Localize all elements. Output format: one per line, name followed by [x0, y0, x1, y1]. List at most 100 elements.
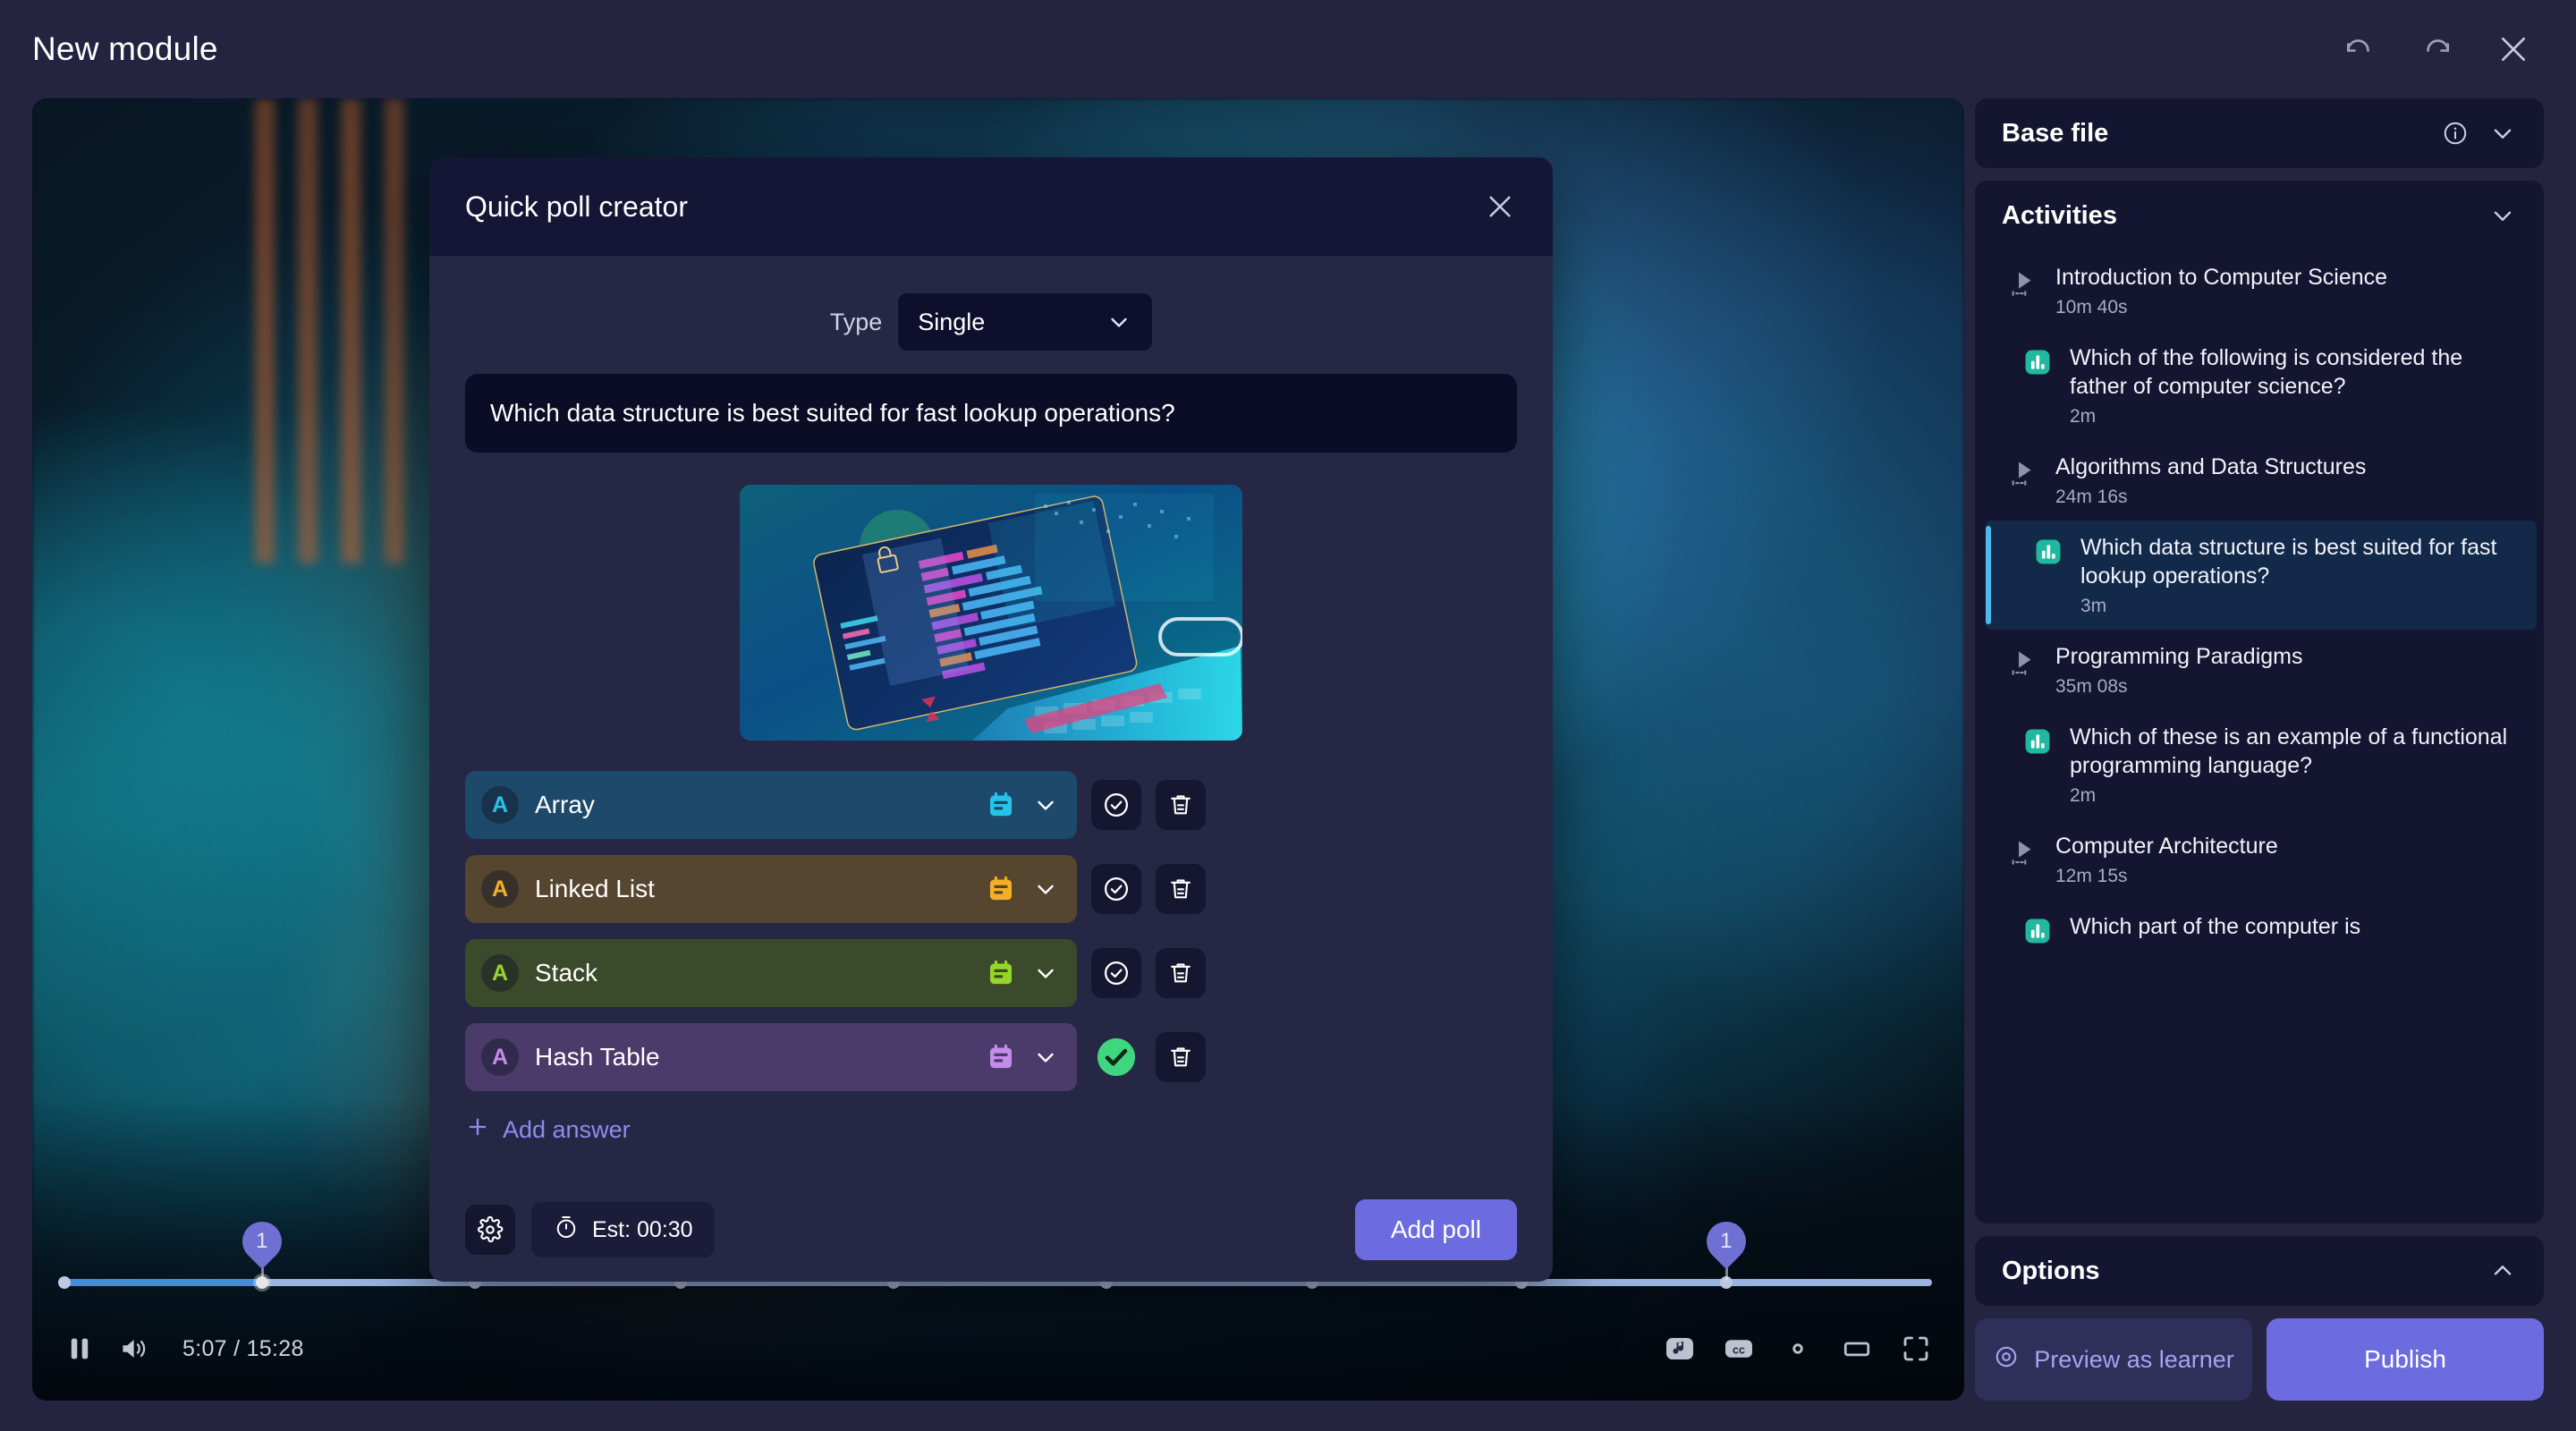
activity-text: Algorithms and Data Structures 24m 16s	[2055, 453, 2366, 508]
answer-note-icon[interactable]	[986, 790, 1016, 820]
chevron-down-icon[interactable]	[2488, 201, 2517, 230]
mark-correct-button-active[interactable]	[1091, 1032, 1141, 1082]
chevron-down-icon[interactable]	[1032, 960, 1059, 986]
answer-row: A Array	[465, 771, 1517, 839]
chevron-down-icon[interactable]	[1032, 1044, 1059, 1071]
activity-text: Introduction to Computer Science 10m 40s	[2055, 263, 2387, 318]
quick-poll-creator-modal: Quick poll creator Type Single Which dat…	[429, 157, 1553, 1282]
chapter-icon	[2005, 832, 2041, 887]
question-text: Which data structure is best suited for …	[490, 399, 1175, 427]
activity-text: Computer Architecture 12m 15s	[2055, 832, 2278, 887]
options-tools	[2488, 1257, 2517, 1285]
mark-correct-button[interactable]	[1091, 948, 1141, 998]
answer-input[interactable]: A Linked List	[465, 855, 1077, 923]
base-file-title: Base file	[2002, 118, 2109, 148]
activity-item-poll[interactable]: Which of these is an example of a functi…	[1975, 710, 2544, 819]
activity-item-chapter[interactable]: Programming Paradigms 35m 08s	[1975, 630, 2544, 710]
activity-text: Programming Paradigms 35m 08s	[2055, 642, 2303, 698]
chapter-icon	[2005, 263, 2041, 318]
poll-image-thumbnail[interactable]	[740, 485, 1242, 741]
activity-duration: 2m	[2070, 785, 2097, 806]
base-file-card: Base file	[1975, 98, 2544, 168]
activity-duration: 3m	[2080, 596, 2107, 616]
activity-text: Which data structure is best suited for …	[2080, 533, 2513, 617]
activity-duration: 2m	[2070, 406, 2097, 427]
answer-note-icon[interactable]	[986, 874, 1016, 904]
info-icon[interactable]	[2442, 120, 2469, 147]
chevron-down-icon[interactable]	[1032, 876, 1059, 902]
activity-title: Programming Paradigms	[2055, 644, 2303, 669]
activity-title: Which of these is an example of a functi…	[2070, 724, 2508, 778]
undo-icon[interactable]	[2336, 26, 2383, 72]
delete-answer-button[interactable]	[1156, 780, 1206, 830]
delete-answer-button[interactable]	[1156, 864, 1206, 914]
modal-body: Type Single Which data structure is best…	[429, 256, 1553, 1146]
add-poll-button[interactable]: Add poll	[1354, 1199, 1517, 1260]
question-input[interactable]: Which data structure is best suited for …	[465, 374, 1517, 453]
delete-answer-button[interactable]	[1156, 1032, 1206, 1082]
activity-text: Which of the following is considered the…	[2070, 343, 2521, 428]
chevron-down-icon[interactable]	[1032, 792, 1059, 818]
answer-input[interactable]: A Array	[465, 771, 1077, 839]
answer-row: A Hash Table	[465, 1023, 1517, 1091]
answer-note-icon[interactable]	[986, 1042, 1016, 1072]
poll-icon	[2020, 343, 2055, 428]
activities-header[interactable]: Activities	[1975, 181, 2544, 250]
estimated-time-chip[interactable]: Est: 00:30	[531, 1202, 715, 1257]
poll-icon	[2020, 912, 2055, 946]
close-icon[interactable]	[2490, 26, 2537, 72]
activities-list-fade	[1975, 1161, 2544, 1224]
activity-item-poll[interactable]: Which part of the computer is	[1975, 900, 2544, 959]
chevron-up-icon[interactable]	[2488, 1257, 2517, 1285]
poll-type-label: Type	[829, 308, 883, 335]
top-bar: New module	[0, 0, 2576, 98]
mark-correct-button[interactable]	[1091, 864, 1141, 914]
answers-list: A Array A Linked List A Stack A Hash Tab…	[465, 771, 1517, 1091]
redo-icon[interactable]	[2413, 26, 2460, 72]
base-file-tools	[2442, 119, 2517, 148]
activity-item-poll-selected[interactable]: Which data structure is best suited for …	[1986, 521, 2537, 630]
answer-note-icon[interactable]	[986, 958, 1016, 988]
activity-text: Which of these is an example of a functi…	[2070, 723, 2521, 807]
activity-duration: 35m 08s	[2055, 676, 2128, 697]
activity-item-chapter[interactable]: Algorithms and Data Structures 24m 16s	[1975, 440, 2544, 521]
activity-title: Which part of the computer is	[2070, 914, 2361, 939]
poll-icon	[2020, 723, 2055, 807]
options-title: Options	[2002, 1256, 2100, 1285]
close-icon[interactable]	[1483, 190, 1517, 224]
answer-text: Array	[535, 791, 595, 818]
preview-as-learner-button[interactable]: Preview as learner	[1975, 1318, 2252, 1401]
add-answer-button[interactable]: Add answer	[465, 1114, 1517, 1146]
activity-title: Which data structure is best suited for …	[2080, 535, 2497, 588]
delete-answer-button[interactable]	[1156, 948, 1206, 998]
answer-input[interactable]: A Hash Table	[465, 1023, 1077, 1091]
chapter-icon	[2005, 453, 2041, 508]
activity-item-poll[interactable]: Which of the following is considered the…	[1975, 331, 2544, 440]
preview-as-learner-label: Preview as learner	[2034, 1345, 2234, 1373]
activity-item-chapter[interactable]: Computer Architecture 12m 15s	[1975, 819, 2544, 900]
chapter-icon	[2005, 642, 2041, 698]
activity-item-chapter[interactable]: Introduction to Computer Science 10m 40s	[1975, 250, 2544, 331]
gear-icon[interactable]	[465, 1205, 515, 1255]
answer-row: A Linked List	[465, 855, 1517, 923]
avatar: A	[481, 1038, 519, 1076]
poll-type-select[interactable]: Single	[898, 293, 1153, 351]
activity-title: Computer Architecture	[2055, 834, 2278, 859]
activity-duration: 12m 15s	[2055, 866, 2128, 886]
add-answer-label: Add answer	[503, 1116, 631, 1143]
answer-input[interactable]: A Stack	[465, 939, 1077, 1007]
poll-type-row: Type Single	[465, 281, 1517, 374]
base-file-header[interactable]: Base file	[1975, 98, 2544, 168]
activity-title: Algorithms and Data Structures	[2055, 454, 2367, 479]
options-header[interactable]: Options	[1975, 1236, 2544, 1306]
activities-list[interactable]: Introduction to Computer Science 10m 40s…	[1975, 250, 2544, 1224]
plus-icon	[465, 1114, 490, 1146]
mark-correct-button[interactable]	[1091, 780, 1141, 830]
chevron-down-icon[interactable]	[2488, 119, 2517, 148]
modal-footer: Est: 00:30 Add poll	[429, 1178, 1553, 1282]
activities-tools	[2488, 201, 2517, 230]
timer-icon	[553, 1214, 580, 1247]
publish-button[interactable]: Publish	[2267, 1318, 2544, 1401]
activity-duration: 24m 16s	[2055, 487, 2128, 507]
activities-title: Activities	[2002, 200, 2117, 230]
